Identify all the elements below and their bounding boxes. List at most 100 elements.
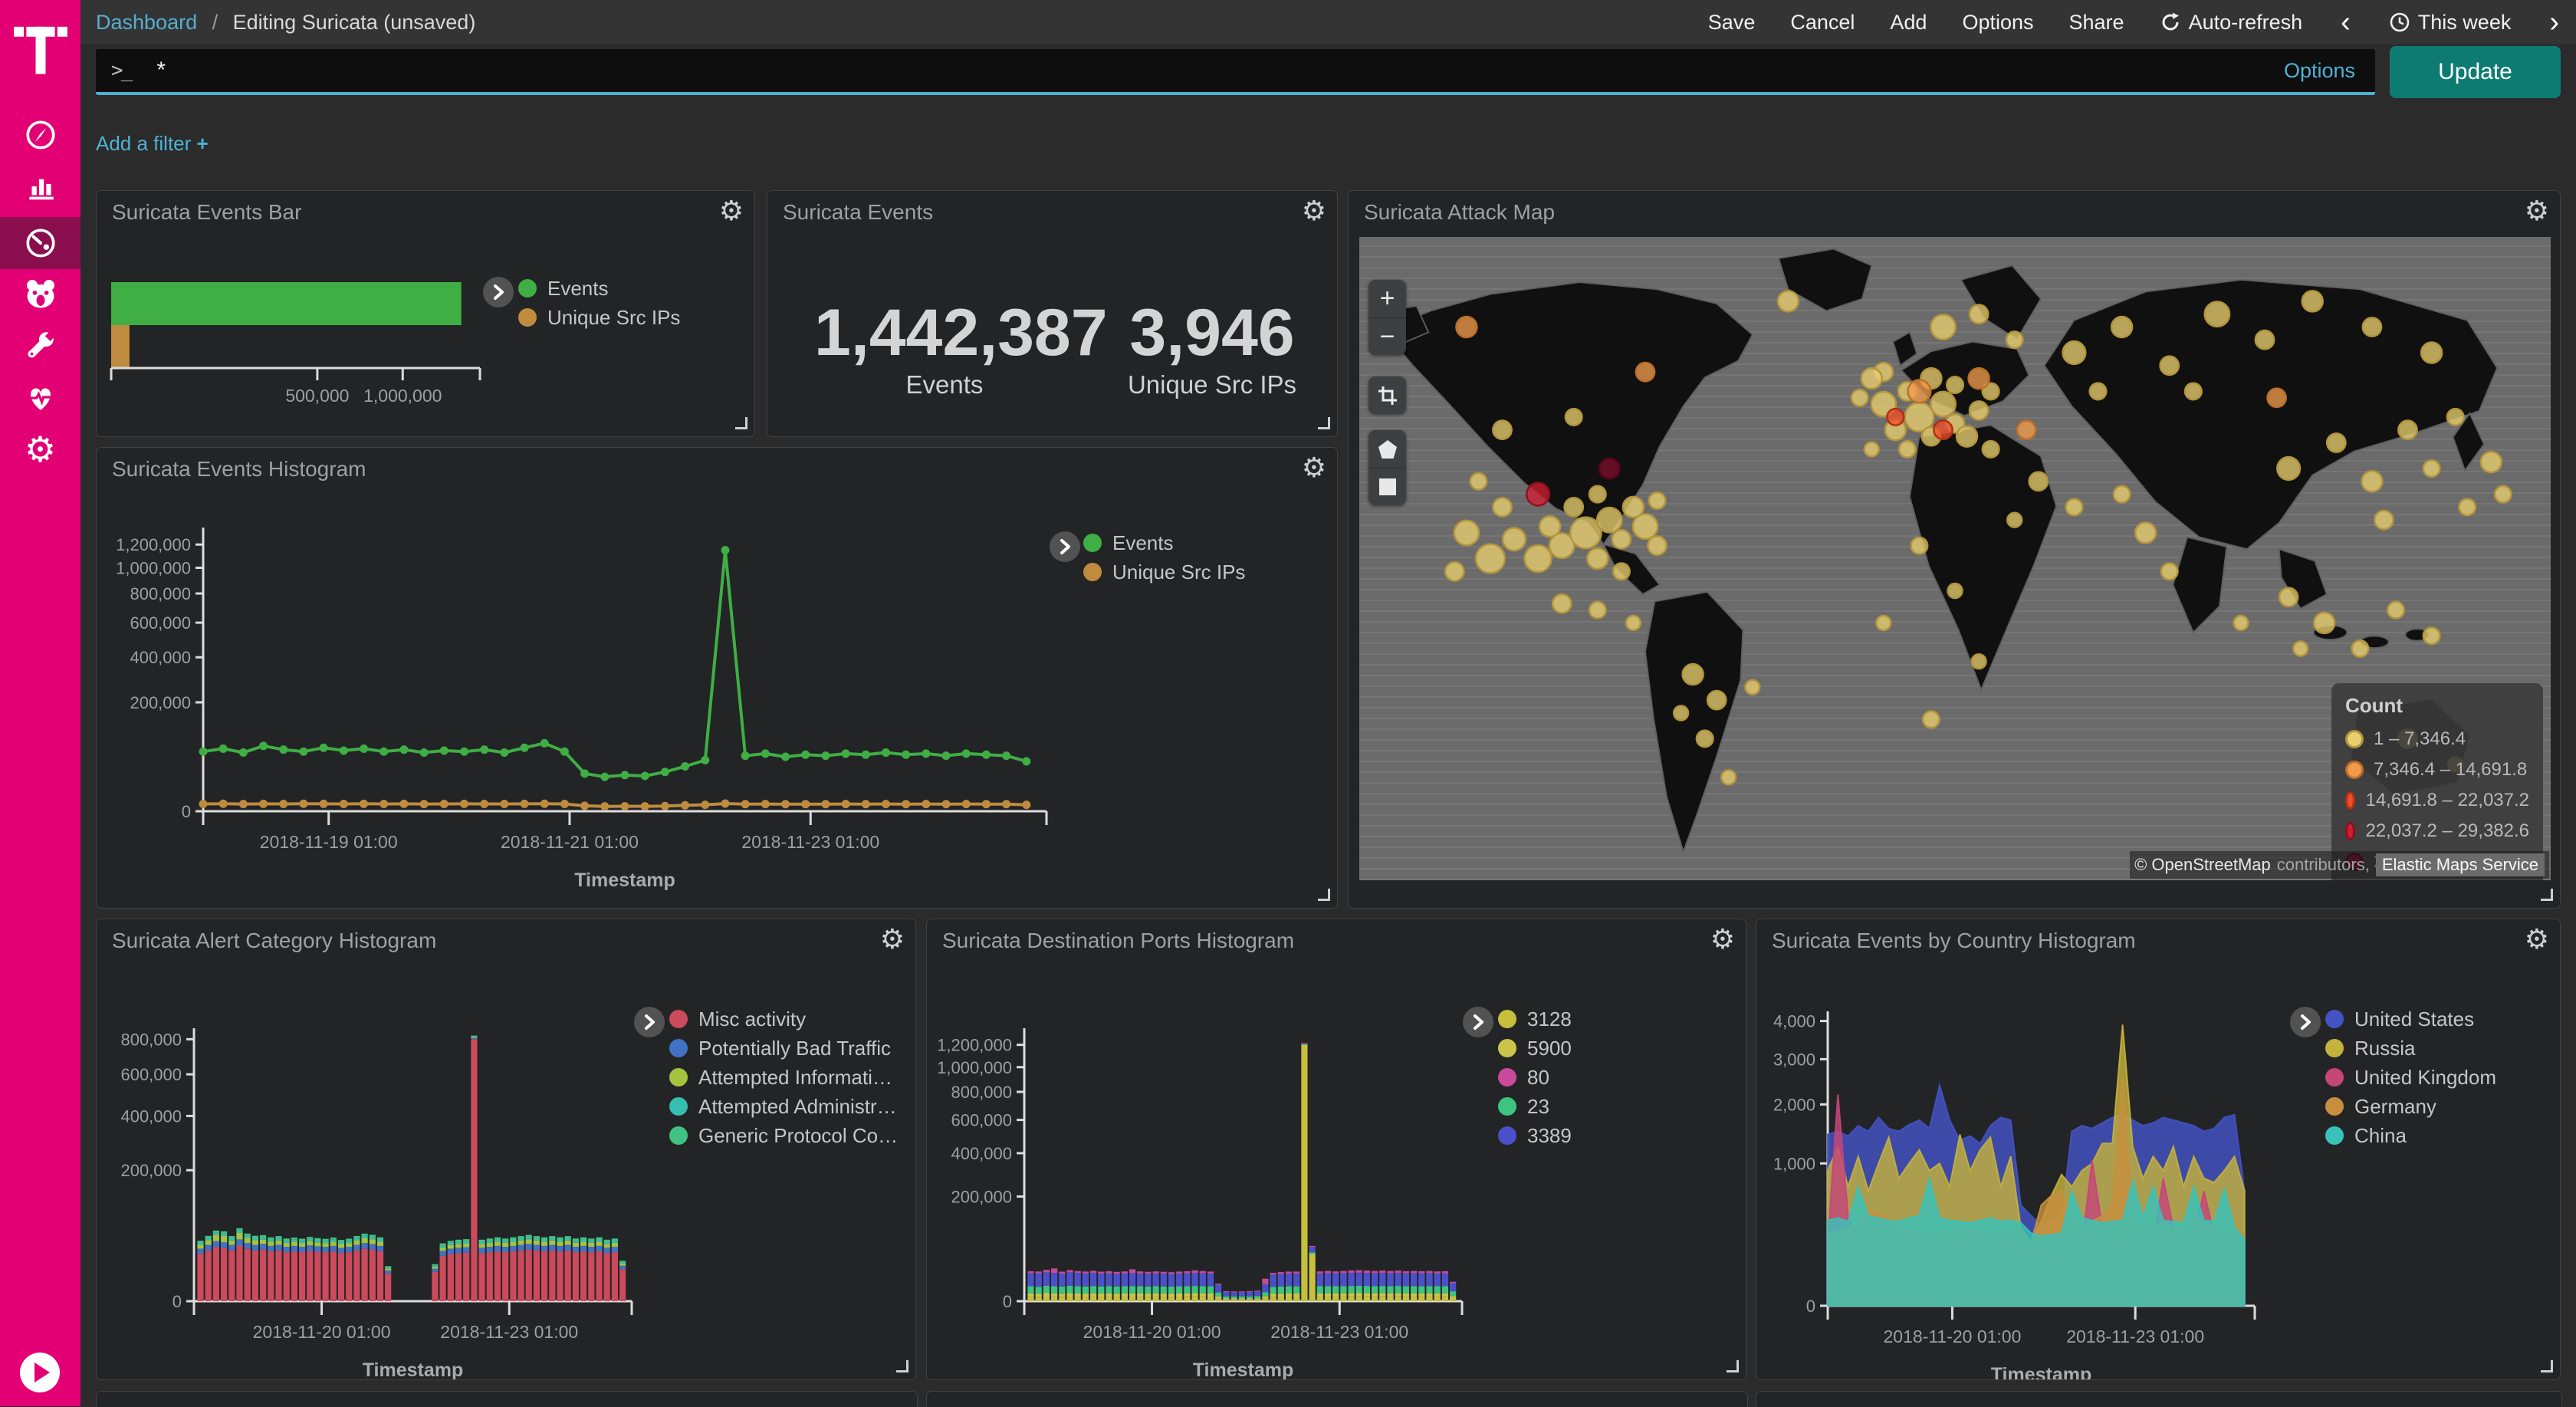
legend-item[interactable]: 80 <box>1498 1063 1572 1092</box>
sidebar-item-hunt[interactable] <box>0 268 80 320</box>
svg-text:2018-11-19 01:00: 2018-11-19 01:00 <box>260 832 398 852</box>
legend-item[interactable]: Russia <box>2325 1034 2496 1063</box>
legend-collapse-button[interactable] <box>1050 531 1080 562</box>
legend-item[interactable]: Attempted Informati… <box>669 1063 898 1092</box>
legend-item[interactable]: 5900 <box>1498 1034 1572 1063</box>
chart-legend[interactable]: EventsUnique Src IPs <box>518 274 680 332</box>
chevron-right-icon <box>1470 1014 1487 1031</box>
legend-item[interactable]: Events <box>518 274 680 303</box>
sidebar-item-dev-tools[interactable] <box>0 319 80 371</box>
sidebar-expand-button[interactable] <box>20 1353 60 1392</box>
sidebar-item-dashboard[interactable] <box>0 217 80 269</box>
clock-icon <box>2389 12 2410 33</box>
legend-item[interactable]: Generic Protocol Co… <box>669 1121 898 1150</box>
time-forward-button[interactable]: › <box>2546 8 2562 37</box>
legend-item[interactable]: Attempted Administr… <box>669 1092 898 1121</box>
legend-collapse-button[interactable] <box>2290 1007 2321 1037</box>
map-legend-item: 14,691.8 – 22,037.2 <box>2345 785 2529 816</box>
query-bar[interactable]: >_ * Options <box>96 49 2375 95</box>
panel-resize-handle[interactable] <box>1318 889 1330 901</box>
legend-item[interactable]: 23 <box>1498 1092 1572 1121</box>
panel-resize-handle[interactable] <box>2541 1360 2553 1372</box>
map-crop-control <box>1368 376 1406 414</box>
map-legend-item: 1 – 7,346.4 <box>2345 724 2529 754</box>
chart-legend[interactable]: 3128 590080233389 <box>1498 1004 1572 1150</box>
breadcrumb-dashboard-link[interactable]: Dashboard <box>96 11 197 34</box>
bar-chart-icon <box>23 168 58 203</box>
sidebar-item-monitoring[interactable] <box>0 371 80 423</box>
breadcrumb: Dashboard / Editing Suricata (unsaved) <box>96 11 475 35</box>
time-back-button[interactable]: ‹ <box>2338 8 2354 37</box>
save-button[interactable]: Save <box>1708 11 1756 35</box>
draw-rectangle-button[interactable] <box>1368 468 1406 505</box>
legend-label: 3128 <box>1527 1008 1572 1031</box>
destination-ports-chart[interactable]: 0200,000400,000600,000800,0001,000,0001,… <box>927 919 1746 1379</box>
svg-text:1,000,000: 1,000,000 <box>363 386 442 406</box>
svg-text:2018-11-23 01:00: 2018-11-23 01:00 <box>741 832 879 852</box>
panel-gear-icon[interactable]: ⚙ <box>1302 196 1326 227</box>
osm-link[interactable]: © OpenStreetMap <box>2134 855 2271 875</box>
legend-color-dot <box>1083 563 1102 581</box>
legend-collapse-button[interactable] <box>483 277 514 307</box>
legend-item[interactable]: Germany <box>2325 1092 2496 1121</box>
legend-collapse-button[interactable] <box>634 1007 665 1037</box>
draw-polygon-button[interactable] <box>1368 430 1406 468</box>
panel-events-bar: Suricata Events Bar ⚙ 500,0001,000,000 E… <box>96 190 755 437</box>
sidebar-item-discover[interactable] <box>0 109 80 161</box>
legend-item[interactable]: United States <box>2325 1004 2496 1034</box>
panel-resize-handle[interactable] <box>2541 889 2553 901</box>
sidebar-item-management[interactable]: ⚙ <box>0 423 80 475</box>
metric-value: 1,442,387 <box>814 298 1075 367</box>
chart-legend[interactable]: Misc activityPotentially Bad Traffic Atte… <box>669 1004 898 1150</box>
share-button[interactable]: Share <box>2069 11 2124 35</box>
legend-item[interactable]: China <box>2325 1121 2496 1150</box>
legend-item[interactable]: Unique Src IPs <box>518 303 680 332</box>
legend-color-dot <box>2325 1068 2344 1086</box>
add-button[interactable]: Add <box>1890 11 1927 35</box>
panel-gear-icon[interactable]: ⚙ <box>2525 196 2549 227</box>
gear-icon: ⚙ <box>25 429 56 470</box>
legend-item[interactable]: United Kingdom <box>2325 1063 2496 1092</box>
world-map[interactable]: + − Count 1 – 7,346.47,346.4 – 14,691.81… <box>1359 237 2551 880</box>
legend-item[interactable]: Events <box>1083 528 1245 557</box>
gauge-icon <box>23 225 58 261</box>
svg-text:800,000: 800,000 <box>951 1083 1012 1102</box>
legend-color-dot <box>1498 1097 1516 1116</box>
panel-attack-map: Suricata Attack Map ⚙ <box>1348 190 2561 909</box>
legend-item[interactable]: Unique Src IPs <box>1083 557 1245 587</box>
events-line-chart[interactable]: 0200,000400,000600,000800,0001,000,0001,… <box>97 448 1337 908</box>
options-button[interactable]: Options <box>1962 11 2033 35</box>
legend-collapse-button[interactable] <box>1463 1007 1493 1037</box>
sidebar-item-visualize[interactable] <box>0 159 80 212</box>
panel-resize-handle[interactable] <box>896 1360 909 1372</box>
add-filter-link[interactable]: Add a filter + <box>96 132 209 156</box>
svg-text:0: 0 <box>182 802 191 821</box>
panel-resize-handle[interactable] <box>735 417 748 429</box>
crop-icon[interactable] <box>1368 376 1406 414</box>
zoom-in-button[interactable]: + <box>1368 280 1406 317</box>
chevron-right-icon <box>641 1014 658 1031</box>
query-options-link[interactable]: Options <box>2284 59 2355 83</box>
legend-label: Attempted Informati… <box>698 1066 892 1090</box>
heartbeat-icon <box>23 380 58 415</box>
auto-refresh-button[interactable]: Auto-refresh <box>2160 11 2303 35</box>
zoom-out-button[interactable]: − <box>1368 317 1406 355</box>
cancel-button[interactable]: Cancel <box>1790 11 1855 35</box>
panel-resize-handle[interactable] <box>1727 1360 1739 1372</box>
plus-icon: + <box>197 132 209 155</box>
legend-item[interactable]: Potentially Bad Traffic <box>669 1034 898 1063</box>
query-input[interactable]: * <box>156 58 2284 84</box>
svg-text:1,200,000: 1,200,000 <box>937 1036 1012 1055</box>
ems-link[interactable]: Elastic Maps Service <box>2376 853 2545 876</box>
time-range-button[interactable]: This week <box>2389 11 2512 35</box>
chart-legend[interactable]: United StatesRussiaUnited Kingdom Germany… <box>2325 1004 2496 1150</box>
chart-legend[interactable]: EventsUnique Src IPs <box>1083 528 1245 587</box>
legend-label: Germany <box>2354 1095 2436 1119</box>
legend-item[interactable]: 3389 <box>1498 1121 1572 1150</box>
panel-resize-handle[interactable] <box>1318 417 1330 429</box>
svg-text:2018-11-23 01:00: 2018-11-23 01:00 <box>2066 1326 2204 1346</box>
legend-item[interactable]: 3128 <box>1498 1004 1572 1034</box>
update-button[interactable]: Update <box>2390 46 2561 98</box>
metric-events: 1,442,387 Events <box>814 298 1075 399</box>
legend-item[interactable]: Misc activity <box>669 1004 898 1034</box>
